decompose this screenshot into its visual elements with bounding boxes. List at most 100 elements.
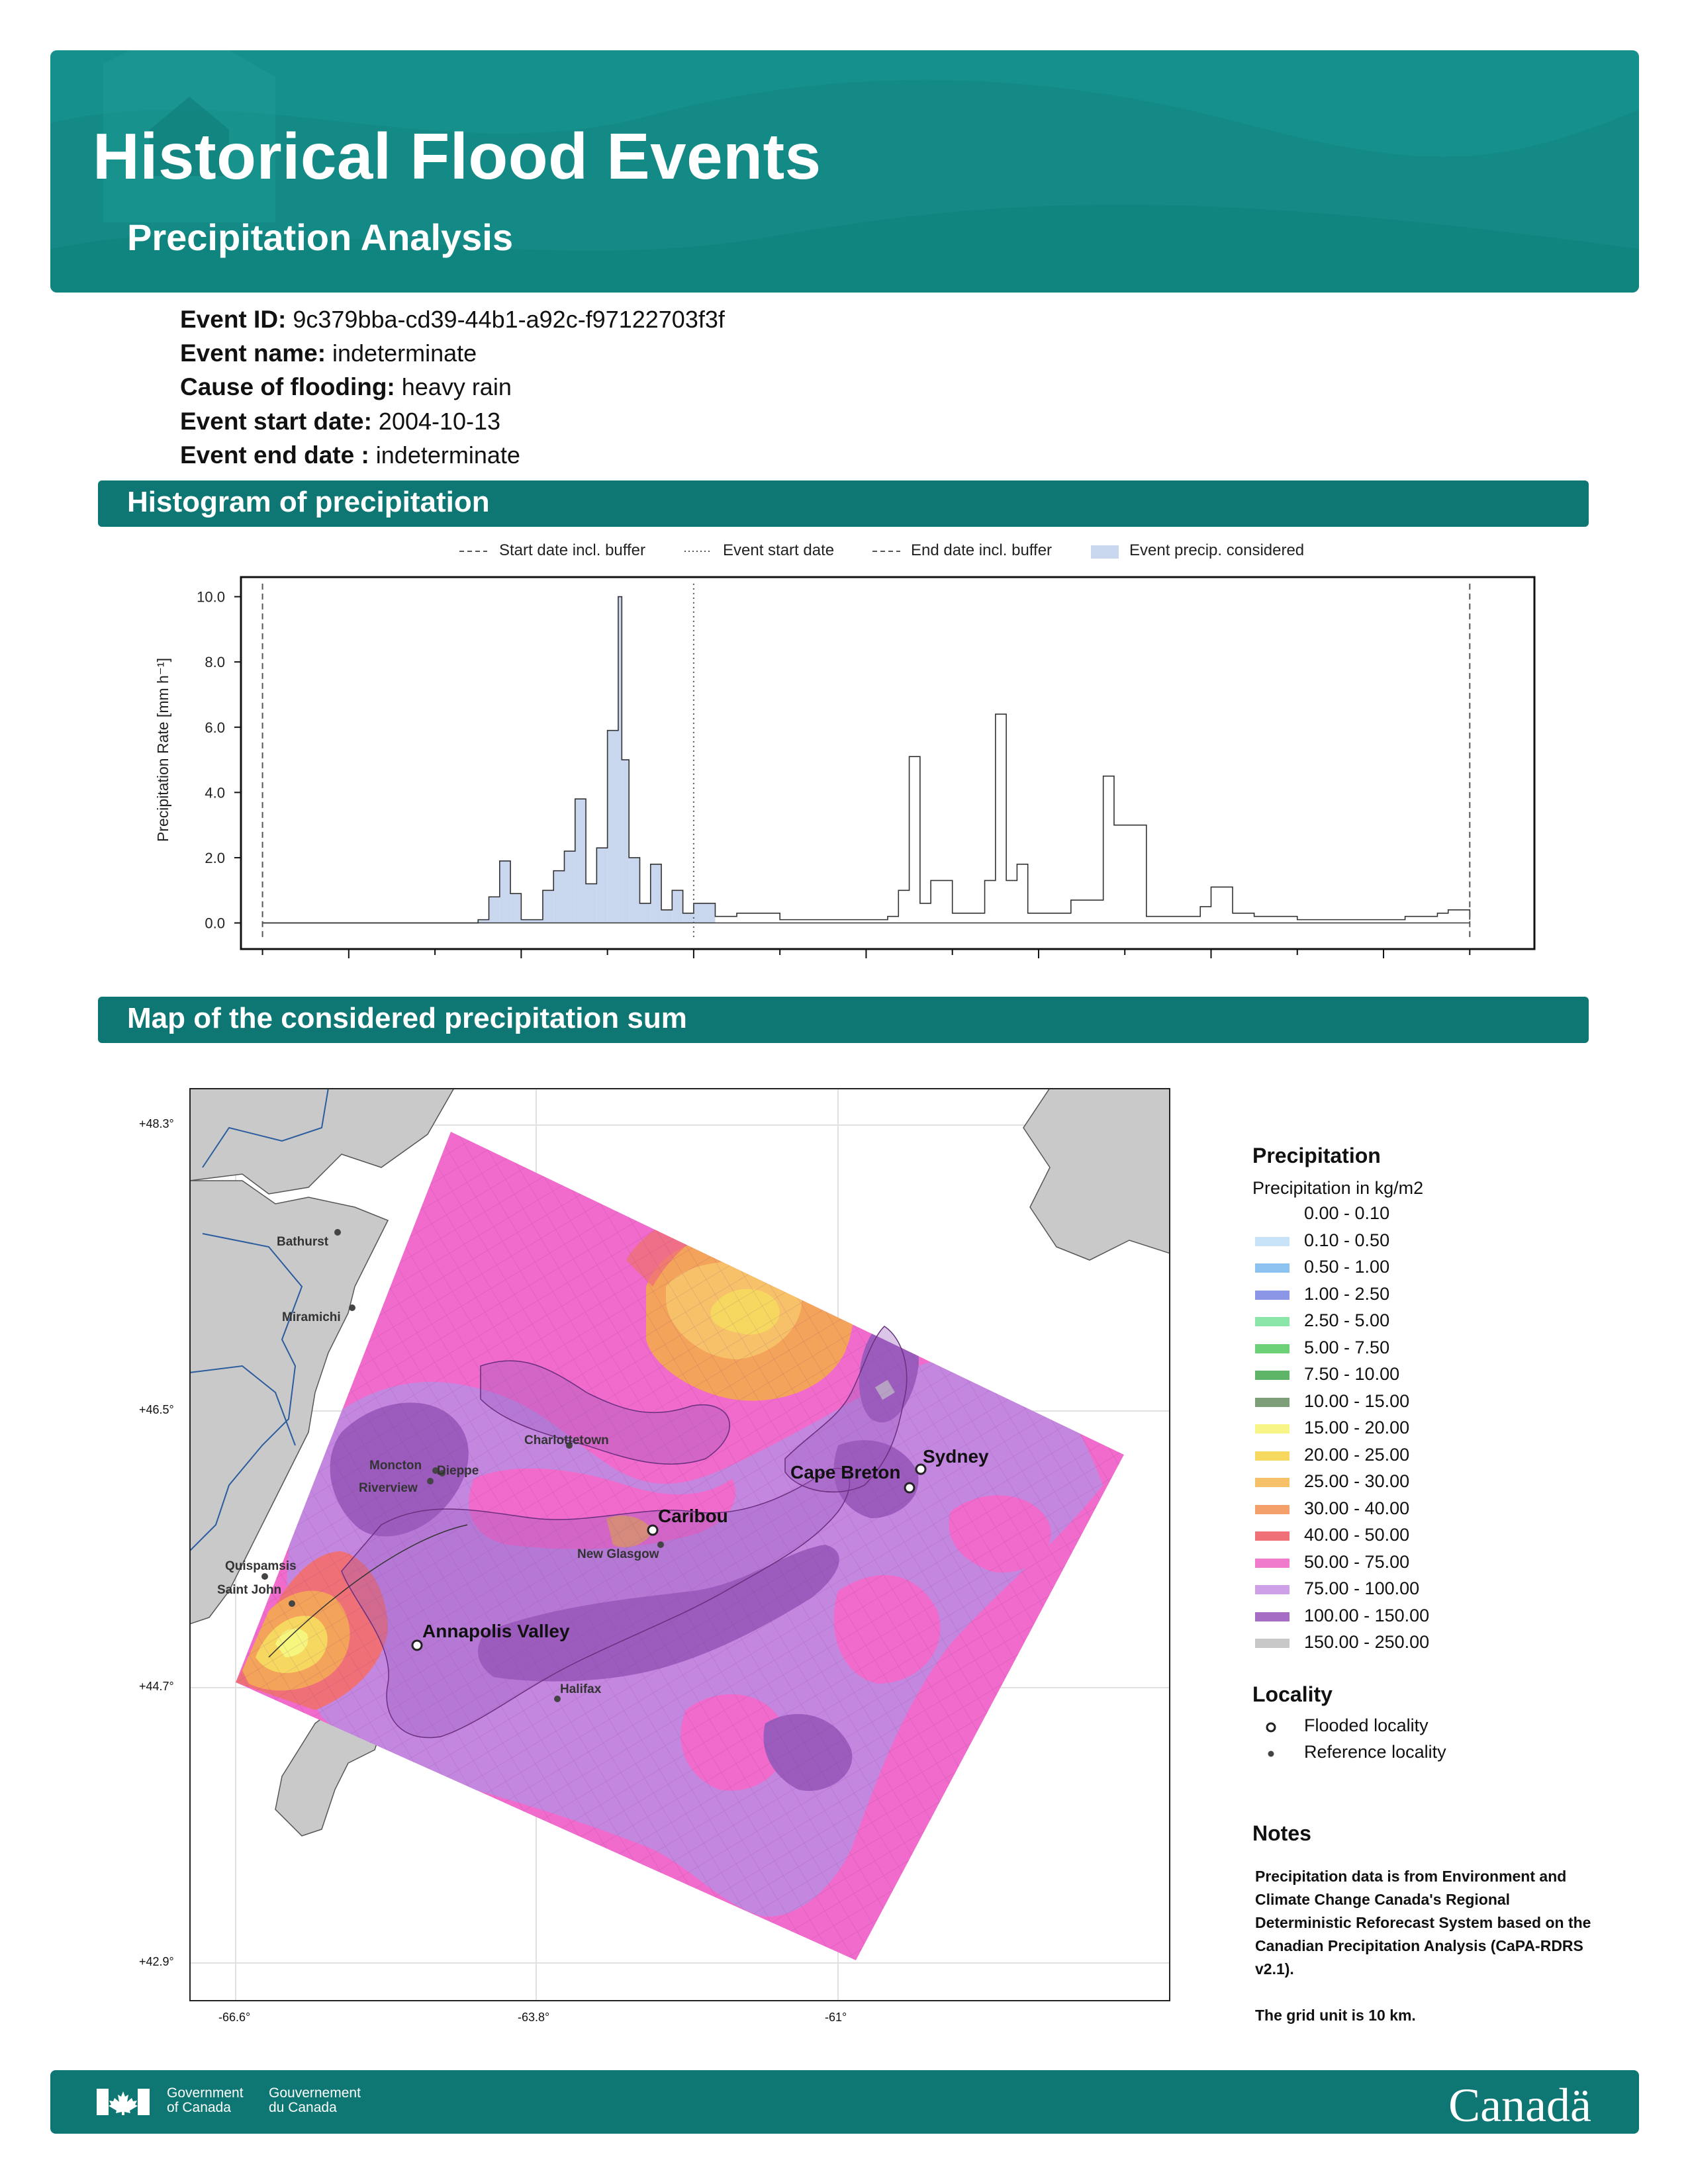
map-section-title: Map of the considered precipitation sum [127, 1002, 687, 1034]
map-section-header: Map of the considered precipitation sum [98, 997, 1589, 1043]
legend-label: 25.00 - 30.00 [1304, 1471, 1410, 1491]
y-tick-label: 4.0 [205, 784, 225, 801]
legend-label: 0.50 - 1.00 [1304, 1257, 1390, 1277]
new-glasgow-label: New Glasgow [577, 1547, 659, 1561]
quispamsis-marker [261, 1573, 268, 1580]
precipitation-histogram: 0.0 2.0 4.0 6.0 8.0 10.0 Precipitation Rate [m… [154, 576, 1536, 966]
legend-swatch [1255, 1371, 1289, 1380]
notes-body: Precipitation data is from Environment a… [1255, 1865, 1599, 2027]
annapolis-valley-label: Annapolis Valley [422, 1621, 570, 1641]
report-header: Historical Flood Events Precipitation An… [50, 50, 1639, 293]
considered-bar [650, 864, 662, 923]
y-tick-label: 10.0 [197, 589, 225, 606]
legend-swatch [1255, 1531, 1289, 1541]
y-tick-label: 2.0 [205, 850, 225, 866]
considered-bar [575, 799, 586, 923]
precipitation-map: Bathurst Miramichi Charlottetown Moncton… [189, 1088, 1170, 2001]
footer: Government of Canada Gouvernement du Can… [50, 2070, 1639, 2134]
considered-bar [672, 890, 683, 923]
legend-label: 20.00 - 25.00 [1304, 1444, 1410, 1465]
charlottetown-label: Charlottetown [524, 1433, 609, 1447]
legend-flooded-label: Flooded locality [1304, 1715, 1429, 1735]
y-axis-label: Precipitation Rate [mm h⁻¹] [154, 658, 171, 842]
legend-label: 2.50 - 5.00 [1304, 1310, 1390, 1330]
dashed-line-icon [872, 551, 900, 552]
considered-bar [661, 909, 673, 923]
legend-label: 15.00 - 20.00 [1304, 1418, 1410, 1437]
considered-bar [596, 848, 608, 923]
y-tick-label: 0.0 [205, 915, 225, 932]
event-cause-row: Cause of flooding: heavy rain [180, 373, 512, 401]
lon-label: -66.6° [218, 2011, 251, 2024]
event-end-label: Event end date : [180, 441, 369, 469]
considered-bar [542, 890, 554, 923]
annapolis-valley-marker [411, 1639, 423, 1651]
reference-locality-icon [1268, 1751, 1274, 1757]
event-cause-value: heavy rain [401, 373, 512, 400]
legend-label: 5.00 - 7.50 [1304, 1337, 1390, 1357]
considered-bar [499, 860, 511, 923]
considered-bar [553, 870, 565, 923]
event-name-row: Event name: indeterminate [180, 340, 477, 367]
legend-label: 1.00 - 2.50 [1304, 1283, 1390, 1304]
dashed-line-icon [459, 551, 487, 552]
legend-subtitle: Precipitation in kg/m2 [1252, 1178, 1424, 1198]
event-start-row: Event start date: 2004-10-13 [180, 408, 500, 435]
event-start-value: 2004-10-13 [378, 408, 501, 435]
legend-swatch [1255, 1290, 1289, 1300]
event-id-row: Event ID: 9c379bba-cd39-44b1-a92c-f971227… [180, 306, 725, 334]
legend-swatch [1255, 1451, 1289, 1461]
legend-label: 30.00 - 40.00 [1304, 1498, 1410, 1518]
legend-label: 75.00 - 100.00 [1304, 1578, 1420, 1598]
legend-swatch [1255, 1504, 1289, 1514]
event-end-value: indeterminate [375, 441, 520, 469]
considered-bar [586, 884, 597, 923]
legend-label: 0.10 - 0.50 [1304, 1230, 1390, 1250]
legend-event-start: Event start date [723, 541, 835, 559]
considered-bar [622, 760, 630, 923]
legend-start-buffer: Start date incl. buffer [499, 541, 646, 559]
plot-frame [240, 576, 1536, 950]
legend-label: 100.00 - 150.00 [1304, 1605, 1430, 1625]
lat-label: +46.5° [139, 1403, 174, 1416]
locality-legend-title: Locality [1252, 1682, 1333, 1706]
flooded-locality-icon [1266, 1722, 1276, 1733]
event-name-value: indeterminate [332, 340, 477, 367]
x-tick-label: 19 Oct [1190, 965, 1233, 966]
event-id-value: 9c379bba-cd39-44b1-a92c-f97122703f3f [293, 306, 725, 333]
legend-reference-label: Reference locality [1304, 1742, 1446, 1762]
caribou-label: Caribou [658, 1506, 728, 1526]
gov-en-line2: of Canada [167, 2100, 231, 2115]
cape-breton-marker [904, 1482, 915, 1494]
event-cause-label: Cause of flooding: [180, 373, 395, 400]
page-subtitle: Precipitation Analysis [127, 216, 513, 258]
bathurst-label: Bathurst [277, 1235, 329, 1249]
x-tick-label: 17 Oct [1017, 965, 1060, 966]
moncton-label: Moncton [369, 1459, 422, 1473]
considered-bar [693, 903, 716, 923]
lat-label: +44.7° [139, 1680, 174, 1693]
x-tick-label: 21 Oct [1362, 965, 1405, 966]
legend-label: 7.50 - 10.00 [1304, 1364, 1400, 1384]
legend-swatch [1255, 1343, 1289, 1353]
considered-bar [564, 851, 575, 923]
considered-bar [607, 730, 618, 923]
gov-fr-line2: du Canada [269, 2100, 337, 2115]
sydney-label: Sydney [923, 1446, 989, 1467]
x-tick-label: 13 Oct [672, 965, 715, 966]
legend-swatch [1255, 1612, 1289, 1621]
legend-label: 150.00 - 250.00 [1304, 1632, 1430, 1652]
event-start-label: Event start date: [180, 408, 372, 435]
notes-title: Notes [1252, 1821, 1311, 1845]
legend-label: 0.00 - 0.10 [1304, 1203, 1390, 1223]
legend-label: 10.00 - 15.00 [1304, 1390, 1410, 1411]
saint-john-label: Saint John [217, 1583, 281, 1597]
event-end-row: Event end date : indeterminate [180, 441, 520, 469]
dotted-line-icon [684, 551, 712, 552]
legend-considered-swatch [1091, 545, 1119, 559]
caribou-marker [647, 1524, 659, 1536]
quispamsis-label: Quispamsis [225, 1559, 297, 1573]
gov-fr: Gouvernement du Canada [269, 2086, 361, 2115]
y-tick-label: 6.0 [205, 719, 225, 736]
lon-label: -63.8° [518, 2011, 550, 2024]
